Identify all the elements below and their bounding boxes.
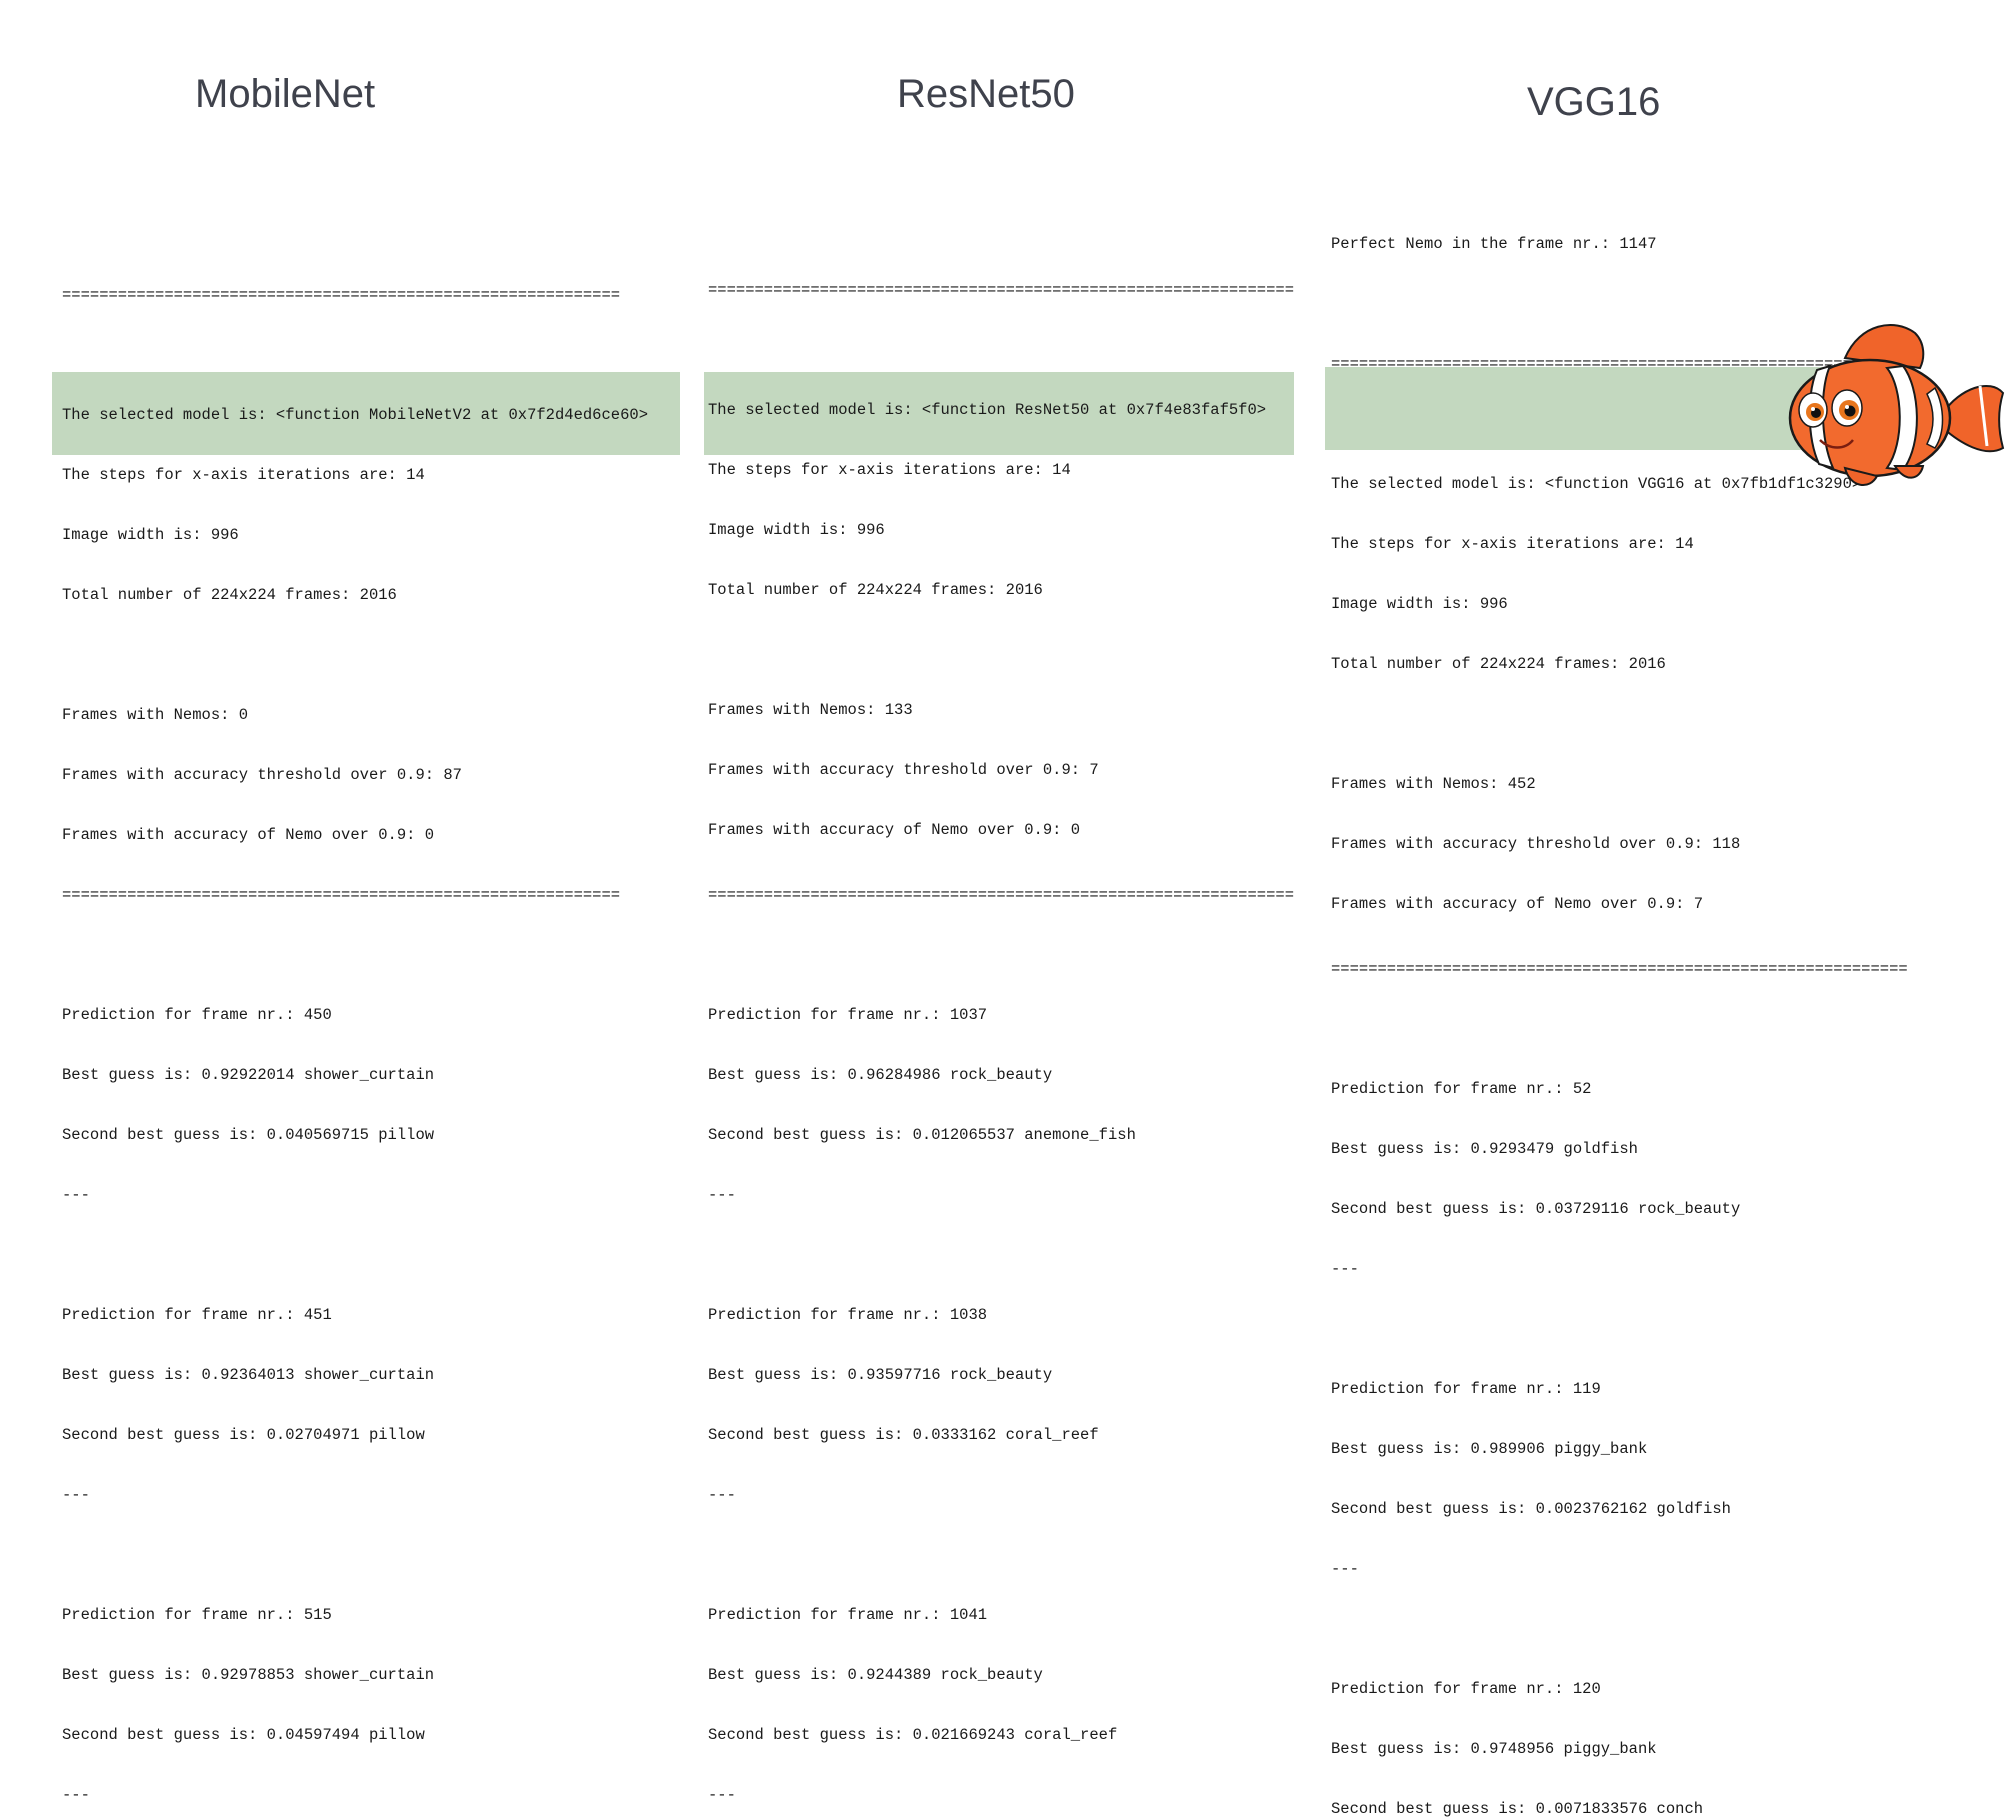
prediction-frame: Prediction for frame nr.: 450: [62, 1006, 332, 1024]
summary-threshold: Frames with accuracy threshold over 0.9:…: [708, 761, 1099, 779]
prediction-best: Best guess is: 0.92922014 shower_curtain: [62, 1066, 435, 1084]
separator: ========================================…: [1331, 960, 1908, 978]
clownfish-icon: [1788, 324, 2005, 486]
steps-line: The steps for x-axis iterations are: 14: [708, 461, 1071, 479]
model-line: The selected model is: <function ResNet5…: [708, 401, 1267, 419]
width-line: Image width is: 996: [62, 526, 239, 544]
summary-nemos: Frames with Nemos: 452: [1331, 775, 1536, 793]
prediction-end: ---: [708, 1186, 736, 1204]
steps-line: The steps for x-axis iterations are: 14: [62, 466, 425, 484]
prediction-frame: Prediction for frame nr.: 1037: [708, 1006, 988, 1024]
mobilenet-output: ========================================…: [62, 245, 648, 1820]
prediction-frame: Prediction for frame nr.: 119: [1331, 1380, 1601, 1398]
frames-line: Total number of 224x224 frames: 2016: [62, 586, 397, 604]
prediction-best: Best guess is: 0.9748956 piggy_bank: [1331, 1740, 1657, 1758]
resnet50-output: ========================================…: [708, 240, 1294, 1820]
separator: ========================================…: [62, 886, 621, 904]
mobilenet-title: MobileNet: [195, 72, 376, 116]
prediction-second: Second best guess is: 0.03729116 rock_be…: [1331, 1200, 1741, 1218]
prediction-end: ---: [708, 1486, 736, 1504]
model-line: The selected model is: <function MobileN…: [62, 406, 648, 424]
prediction-second: Second best guess is: 0.0333162 coral_re…: [708, 1426, 1099, 1444]
resnet50-title: ResNet50: [897, 72, 1075, 116]
vgg16-title: VGG16: [1527, 80, 1661, 124]
separator: ========================================…: [708, 281, 1294, 299]
prediction-second: Second best guess is: 0.0023762162 goldf…: [1331, 1500, 1731, 1518]
prediction-second: Second best guess is: 0.040569715 pillow: [62, 1126, 435, 1144]
summary-nemo-accuracy: Frames with accuracy of Nemo over 0.9: 0: [62, 826, 435, 844]
prediction-best: Best guess is: 0.92364013 shower_curtain: [62, 1366, 435, 1384]
prediction-second: Second best guess is: 0.04597494 pillow: [62, 1726, 425, 1744]
separator: ========================================…: [708, 886, 1294, 904]
prediction-frame: Prediction for frame nr.: 451: [62, 1306, 332, 1324]
prediction-end: ---: [62, 1786, 90, 1804]
frames-line: Total number of 224x224 frames: 2016: [708, 581, 1043, 599]
prediction-second: Second best guess is: 0.0071833576 conch: [1331, 1800, 1704, 1818]
perfect-nemo-line: Perfect Nemo in the frame nr.: 1147: [1331, 235, 1657, 253]
prediction-end: ---: [62, 1486, 90, 1504]
prediction-end: ---: [1331, 1260, 1359, 1278]
prediction-best: Best guess is: 0.96284986 rock_beauty: [708, 1066, 1053, 1084]
steps-line: The steps for x-axis iterations are: 14: [1331, 535, 1694, 553]
summary-nemo-accuracy: Frames with accuracy of Nemo over 0.9: 7: [1331, 895, 1704, 913]
prediction-frame: Prediction for frame nr.: 1038: [708, 1306, 988, 1324]
summary-threshold: Frames with accuracy threshold over 0.9:…: [1331, 835, 1741, 853]
summary-nemos: Frames with Nemos: 0: [62, 706, 249, 724]
width-line: Image width is: 996: [1331, 595, 1508, 613]
prediction-frame: Prediction for frame nr.: 52: [1331, 1080, 1592, 1098]
prediction-frame: Prediction for frame nr.: 515: [62, 1606, 332, 1624]
prediction-end: ---: [1331, 1560, 1359, 1578]
frames-line: Total number of 224x224 frames: 2016: [1331, 655, 1666, 673]
prediction-frame: Prediction for frame nr.: 120: [1331, 1680, 1601, 1698]
prediction-second: Second best guess is: 0.012065537 anemon…: [708, 1126, 1136, 1144]
prediction-best: Best guess is: 0.93597716 rock_beauty: [708, 1366, 1053, 1384]
summary-threshold: Frames with accuracy threshold over 0.9:…: [62, 766, 462, 784]
prediction-second: Second best guess is: 0.02704971 pillow: [62, 1426, 425, 1444]
width-line: Image width is: 996: [708, 521, 885, 539]
prediction-best: Best guess is: 0.989906 piggy_bank: [1331, 1440, 1648, 1458]
prediction-best: Best guess is: 0.9293479 goldfish: [1331, 1140, 1638, 1158]
summary-nemo-accuracy: Frames with accuracy of Nemo over 0.9: 0: [708, 821, 1081, 839]
prediction-best: Best guess is: 0.92978853 shower_curtain: [62, 1666, 435, 1684]
prediction-frame: Prediction for frame nr.: 1041: [708, 1606, 988, 1624]
summary-nemos: Frames with Nemos: 133: [708, 701, 913, 719]
prediction-end: ---: [708, 1786, 736, 1804]
prediction-end: ---: [62, 1186, 90, 1204]
prediction-best: Best guess is: 0.9244389 rock_beauty: [708, 1666, 1043, 1684]
separator: ========================================…: [62, 286, 621, 304]
prediction-second: Second best guess is: 0.021669243 coral_…: [708, 1726, 1118, 1744]
